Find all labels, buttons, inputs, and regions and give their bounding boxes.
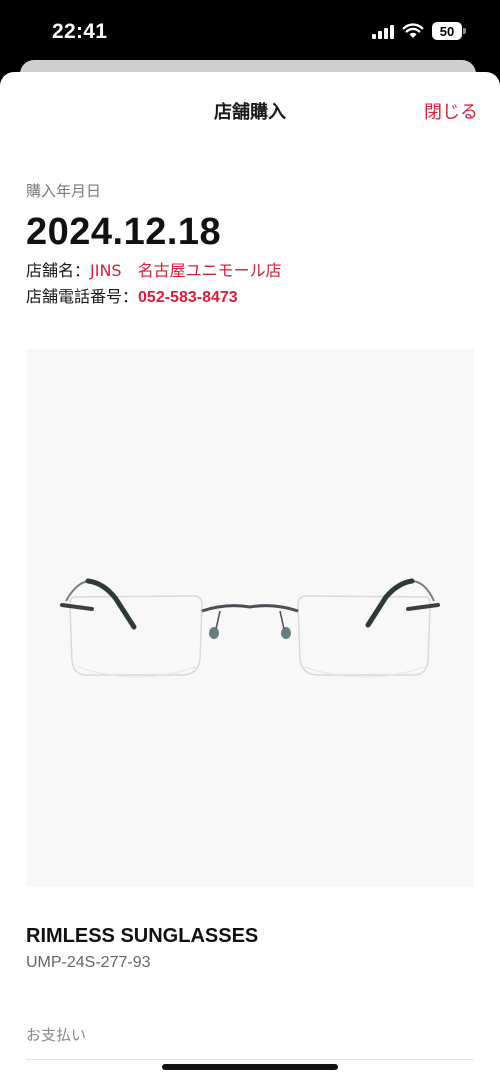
purchase-date-label: 購入年月日 <box>26 182 102 200</box>
product-name: RIMLESS SUNGLASSES <box>26 925 259 947</box>
store-phone-label: 店舗電話番号： <box>26 287 139 306</box>
glasses-image <box>60 578 440 678</box>
store-phone-line: 店舗電話番号：052-583-8473 <box>26 286 474 309</box>
divider <box>26 1059 474 1060</box>
store-name-link[interactable]: JINS 名古屋ユニモール店 <box>90 261 282 280</box>
battery-level: 50 <box>432 22 462 40</box>
purchase-date: 2024.12.18 <box>26 211 222 253</box>
home-indicator[interactable] <box>162 1064 338 1070</box>
status-bar: 22:41 50 <box>0 0 500 66</box>
wifi-icon <box>402 23 424 38</box>
signal-icon <box>372 23 394 39</box>
sheet-header: 店舗購入 閉じる <box>0 72 500 146</box>
product-code: UMP-24S-277-93 <box>26 954 151 971</box>
store-name-line: 店舗名：JINS 名古屋ユニモール店 <box>26 260 474 282</box>
payment-label: お支払い <box>26 1026 87 1044</box>
close-button[interactable]: 閉じる <box>424 98 478 124</box>
store-phone-link[interactable]: 052-583-8473 <box>138 289 238 306</box>
product-image <box>26 349 474 887</box>
status-time: 22:41 <box>52 20 108 43</box>
status-icons: 50 <box>372 22 466 40</box>
purchase-detail-sheet: 店舗購入 閉じる 購入年月日 2024.12.18 店舗名：JINS 名古屋ユニ… <box>0 72 500 1080</box>
store-name-label: 店舗名： <box>26 261 91 280</box>
battery-icon: 50 <box>432 22 466 40</box>
purchase-content: 購入年月日 2024.12.18 店舗名：JINS 名古屋ユニモール店 店舗電話… <box>0 180 500 1060</box>
